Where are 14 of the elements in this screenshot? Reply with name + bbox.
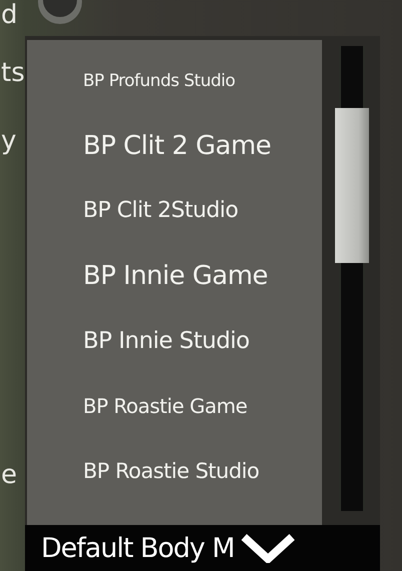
scrollbar-thumb[interactable] (335, 108, 369, 263)
dropdown-option[interactable]: BP Profunds Studio (27, 48, 322, 113)
label-fragment: e (1, 460, 18, 490)
dropdown-option[interactable]: BP Innie Game (27, 243, 322, 308)
dropdown-option[interactable]: BP Clit 2 Game (27, 113, 322, 178)
dropdown-option[interactable]: BP Roastie Studio (27, 438, 322, 503)
label-fragment: ts (1, 58, 25, 88)
dropdown-option[interactable]: BP Innie Studio (27, 308, 322, 373)
label-fragment: d (1, 0, 19, 30)
dropdown-field[interactable]: Default Body M (25, 525, 380, 571)
dropdown-option[interactable]: BP Roastie Game (27, 373, 322, 438)
chevron-down-icon (240, 533, 296, 563)
label-fragment: y (1, 126, 18, 156)
dropdown-option[interactable]: BP Clit 2Studio (27, 178, 322, 243)
